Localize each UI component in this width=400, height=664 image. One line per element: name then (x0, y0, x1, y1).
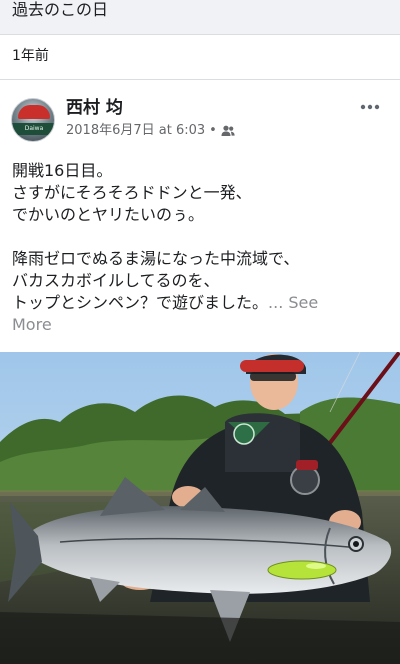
author-name[interactable]: 西村 均 (66, 97, 123, 119)
memories-title: 過去のこの日 (12, 0, 109, 19)
post-line: さすがにそろそろドドンと一発、 (12, 183, 252, 202)
friends-icon[interactable] (221, 125, 235, 137)
post-line: でかいのとヤリたいのぅ。 (12, 205, 205, 224)
post-text: 開戦16日目。 さすがにそろそろドドンと一発、 でかいのとヤリたいのぅ。 降雨ゼ… (12, 160, 392, 336)
post-line-last: トップとシンペン？で遊びました。... See (12, 293, 319, 312)
see-more-link[interactable]: See (288, 293, 318, 312)
more-options-button[interactable] (356, 98, 384, 116)
post-meta: 2018年6月7日 at 6:03 • (66, 122, 235, 140)
post-photo[interactable] (0, 352, 400, 664)
memories-header: 過去のこの日 (0, 0, 400, 34)
see-more-link-continued[interactable]: More (12, 314, 392, 336)
time-ago-label: 1年前 (12, 48, 49, 64)
post-line: 開戦16日目。 (12, 161, 113, 180)
avatar-logo-text: Daiwa (24, 125, 44, 132)
post-timestamp[interactable]: 2018年6月7日 at 6:03 (66, 122, 205, 140)
see-more-ellipsis: ... (268, 293, 289, 312)
divider (0, 79, 400, 80)
post-line: 降雨ゼロでぬるま湯になった中流域で、 (12, 249, 300, 268)
more-options-icon (360, 104, 380, 110)
post-line: バカスカボイルしてるのを、 (12, 271, 220, 290)
divider (0, 34, 400, 35)
avatar[interactable]: Daiwa (11, 98, 55, 142)
meta-separator: • (209, 123, 217, 138)
